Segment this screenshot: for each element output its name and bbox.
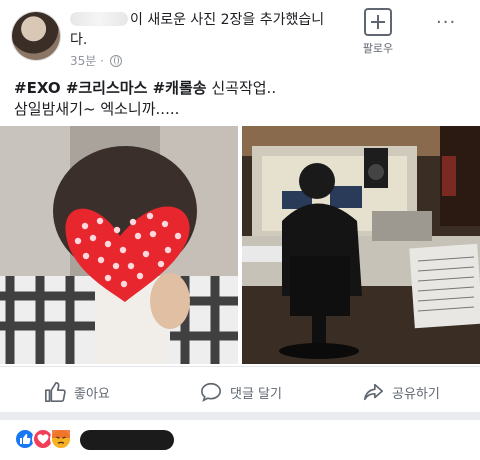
blurred-page-name[interactable]	[70, 12, 128, 26]
share-icon	[363, 383, 383, 401]
comment-button[interactable]: 댓글 달기	[200, 377, 282, 407]
blurred-reaction-count[interactable]	[80, 430, 174, 450]
reactions-summary[interactable]	[14, 428, 72, 450]
photo-studio[interactable]	[242, 126, 480, 364]
post-caption: #EXO #크리스마스 #캐롤송 신곡작업.. 삼일밤새기~ 엑소니까.....	[14, 78, 454, 120]
caption-line-2: 삼일밤새기~ 엑소니까.....	[14, 100, 180, 118]
comment-icon	[201, 382, 221, 402]
share-label: 공유하기	[392, 386, 440, 402]
follow-label: 팔로우	[362, 42, 394, 55]
post-header-text: 이 새로운 사진 2장을 추가했습니다.	[70, 12, 325, 48]
photo-selfie-drawing	[0, 126, 238, 364]
photo-selfie[interactable]	[0, 126, 238, 364]
follow-button[interactable]: 팔로우	[358, 8, 398, 56]
profile-avatar[interactable]	[12, 12, 60, 60]
add-icon	[364, 8, 392, 36]
thumbs-up-icon	[45, 382, 66, 402]
like-button[interactable]: 좋아요	[44, 377, 110, 407]
section-divider	[0, 412, 480, 420]
like-label: 좋아요	[74, 386, 110, 402]
post-meta: 35분 ·	[70, 52, 122, 69]
more-options-button[interactable]: ···	[436, 12, 456, 33]
photo-studio-drawing	[242, 126, 480, 364]
angry-reaction-icon	[50, 428, 72, 450]
share-button[interactable]: 공유하기	[362, 377, 440, 407]
comment-label: 댓글 달기	[230, 386, 282, 402]
caption-text: 신곡작업..	[206, 79, 277, 97]
caption-hashtags[interactable]: #EXO #크리스마스 #캐롤송	[14, 79, 207, 97]
actions-divider	[0, 366, 480, 367]
post-time[interactable]: 35분 ·	[70, 52, 104, 69]
globe-icon	[109, 54, 122, 67]
